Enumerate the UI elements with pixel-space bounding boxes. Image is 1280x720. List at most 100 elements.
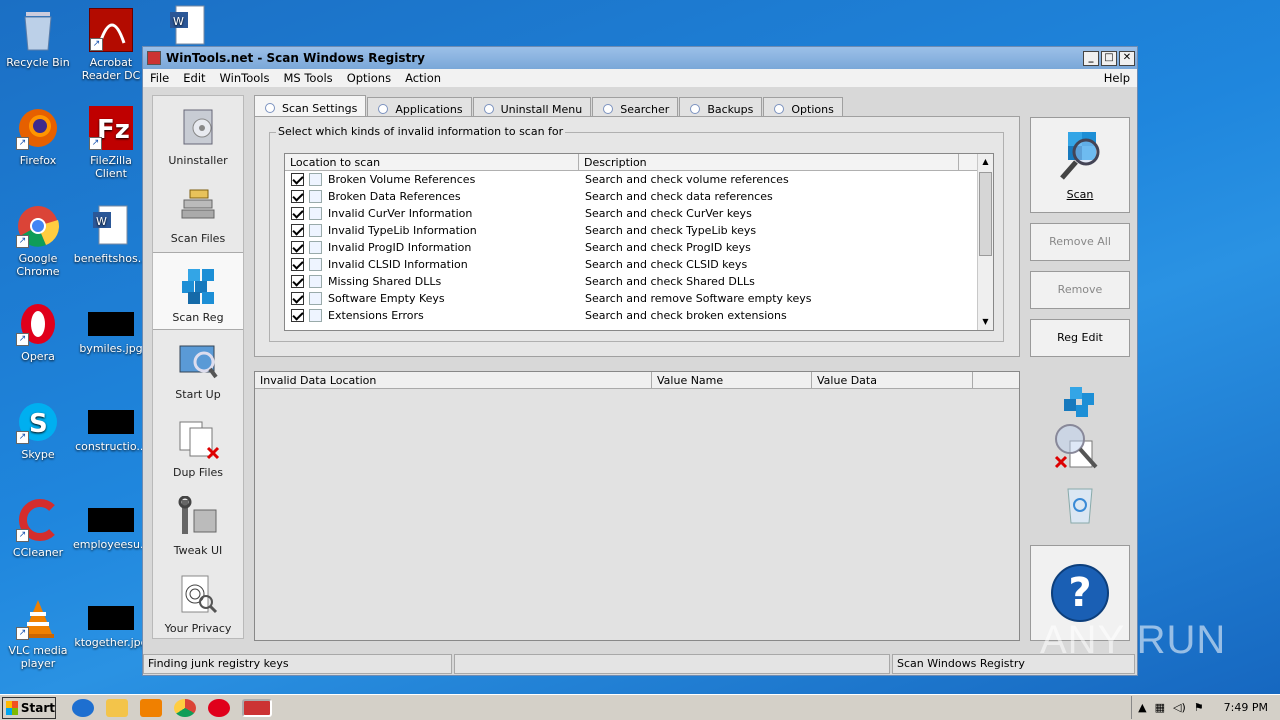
app-icon (147, 51, 161, 65)
taskbar-media-player-icon[interactable] (140, 698, 162, 717)
list-item[interactable]: Invalid TypeLib Information Search and ch… (285, 222, 993, 239)
list-item-location: Invalid CLSID Information (285, 258, 579, 271)
list-item[interactable]: Extensions Errors Search and check broken… (285, 307, 993, 324)
tab-backups[interactable]: Backups (679, 97, 763, 117)
filezilla-icon: Fz ↗ (89, 106, 133, 150)
desktop-icon-opera[interactable]: ↗ Opera (0, 302, 76, 363)
column-invalid-data-location[interactable]: Invalid Data Location (255, 372, 652, 388)
tray-flag-icon[interactable]: ⚑ (1194, 701, 1204, 714)
tray-volume-icon[interactable]: ◁) (1173, 701, 1186, 714)
list-item[interactable]: Software Empty Keys Search and remove Sof… (285, 290, 993, 307)
desktop-icon-bymiles[interactable]: bymiles.jpg (73, 302, 149, 355)
checkbox-checked[interactable] (291, 190, 304, 203)
desktop-icon-skype[interactable]: S ↗ Skype (0, 400, 76, 461)
help-question-icon: ? (1051, 564, 1109, 622)
start-button[interactable]: Start (2, 696, 56, 719)
menu-action[interactable]: Action (398, 71, 448, 85)
image-thumbnail (88, 410, 134, 434)
menu-edit[interactable]: Edit (176, 71, 212, 85)
list-item[interactable]: Missing Shared DLLs Search and check Shar… (285, 273, 993, 290)
tab-scan-settings[interactable]: Scan Settings (254, 95, 367, 117)
maximize-button[interactable]: □ (1101, 50, 1117, 66)
tab-applications[interactable]: Applications (367, 97, 472, 117)
column-location[interactable]: Location to scan (285, 154, 579, 170)
taskbar-chrome-icon[interactable] (174, 698, 196, 717)
scroll-down-icon[interactable]: ▼ (978, 314, 993, 330)
nav-dup-files[interactable]: Dup Files (153, 408, 243, 486)
system-tray: ▲ ▦ ◁) ⚑ 7:49 PM (1131, 696, 1280, 719)
results-grid[interactable]: Invalid Data Location Value Name Value D… (254, 371, 1020, 641)
ccleaner-icon: ↗ (16, 498, 60, 542)
scrollbar-thumb[interactable] (979, 172, 992, 256)
checkbox-checked[interactable] (291, 224, 304, 237)
checkbox-checked[interactable] (291, 292, 304, 305)
title-bar[interactable]: WinTools.net - Scan Windows Registry _ □… (143, 47, 1137, 69)
word-doc-icon: W (89, 204, 133, 248)
close-button[interactable]: ✕ (1119, 50, 1135, 66)
scroll-up-icon[interactable]: ▲ (978, 154, 993, 170)
menu-ms-tools[interactable]: MS Tools (276, 71, 339, 85)
svg-text:S: S (29, 409, 48, 439)
tray-clock[interactable]: 7:49 PM (1224, 701, 1268, 714)
scan-button[interactable]: Scan (1030, 117, 1130, 213)
tab-searcher[interactable]: Searcher (592, 97, 679, 117)
tray-expand-icon[interactable]: ▲ (1138, 701, 1146, 714)
taskbar-ie-icon[interactable] (72, 698, 94, 717)
nav-scan-reg[interactable]: Scan Reg (153, 252, 243, 330)
checkbox-checked[interactable] (291, 173, 304, 186)
taskbar-explorer-icon[interactable] (106, 698, 128, 717)
remove-all-button[interactable]: Remove All (1030, 223, 1130, 261)
desktop-icon-filezilla[interactable]: Fz ↗ FileZilla Client (73, 106, 149, 180)
nav-scan-files[interactable]: Scan Files (153, 174, 243, 252)
list-item[interactable]: Broken Volume References Search and check… (285, 171, 993, 188)
desktop-icon-word-doc[interactable]: W (150, 4, 226, 52)
desktop-icon-chrome[interactable]: ↗ Google Chrome (0, 204, 76, 278)
registry-item-icon (309, 224, 322, 237)
minimize-button[interactable]: _ (1083, 50, 1099, 66)
list-item[interactable]: Invalid CLSID Information Search and chec… (285, 256, 993, 273)
menu-options[interactable]: Options (340, 71, 398, 85)
taskbar-wintools-icon[interactable] (242, 698, 272, 717)
list-scrollbar[interactable]: ▲ ▼ (977, 154, 993, 330)
taskbar-opera-icon[interactable] (208, 698, 230, 717)
desktop-icon-vlc[interactable]: ↗ VLC media player (0, 596, 76, 670)
menu-wintools[interactable]: WinTools (213, 71, 277, 85)
desktop-icon-ktogether[interactable]: ktogether.jpg (73, 596, 149, 649)
tab-options[interactable]: Options (763, 97, 843, 117)
nav-your-privacy[interactable]: Your Privacy (153, 564, 243, 642)
nav-tweak-ui[interactable]: Tweak UI (153, 486, 243, 564)
remove-button[interactable]: Remove (1030, 271, 1130, 309)
list-item-description: Search and remove Software empty keys (585, 292, 812, 305)
nav-uninstaller[interactable]: Uninstaller (153, 96, 243, 174)
vlc-cone-icon: ↗ (16, 596, 60, 640)
column-value-name[interactable]: Value Name (652, 372, 812, 388)
checkbox-checked[interactable] (291, 258, 304, 271)
start-up-icon (176, 340, 220, 382)
tray-network-icon[interactable]: ▦ (1155, 701, 1165, 714)
menu-help[interactable]: Help (1097, 71, 1137, 85)
column-value-data[interactable]: Value Data (812, 372, 973, 388)
list-item[interactable]: Invalid ProgID Information Search and che… (285, 239, 993, 256)
desktop-icon-employees[interactable]: employeesu... (73, 498, 151, 551)
status-left: Finding junk registry keys (143, 654, 452, 674)
desktop-icon-firefox[interactable]: ↗ Firefox (0, 106, 76, 167)
checkbox-checked[interactable] (291, 309, 304, 322)
checkbox-checked[interactable] (291, 207, 304, 220)
list-item[interactable]: Broken Data References Search and check d… (285, 188, 993, 205)
desktop-icon-acrobat[interactable]: ↗ Acrobat Reader DC (73, 8, 149, 82)
desktop-icon-construction[interactable]: constructio... (73, 400, 149, 453)
desktop-icon-ccleaner[interactable]: ↗ CCleaner (0, 498, 76, 559)
checkbox-checked[interactable] (291, 275, 304, 288)
reg-edit-button[interactable]: Reg Edit (1030, 319, 1130, 357)
menu-file[interactable]: File (143, 71, 176, 85)
list-item[interactable]: Invalid CurVer Information Search and che… (285, 205, 993, 222)
column-description[interactable]: Description (579, 154, 959, 170)
windows-flag-icon (6, 700, 18, 715)
desktop-icon-recycle-bin[interactable]: Recycle Bin (0, 8, 76, 69)
desktop-icon-benefits[interactable]: W benefitshos... (73, 204, 149, 265)
tab-uninstall-menu[interactable]: Uninstall Menu (472, 97, 592, 117)
nav-start-up[interactable]: Start Up (153, 330, 243, 408)
chrome-icon: ↗ (16, 204, 60, 248)
radio-icon (603, 104, 614, 114)
checkbox-checked[interactable] (291, 241, 304, 254)
